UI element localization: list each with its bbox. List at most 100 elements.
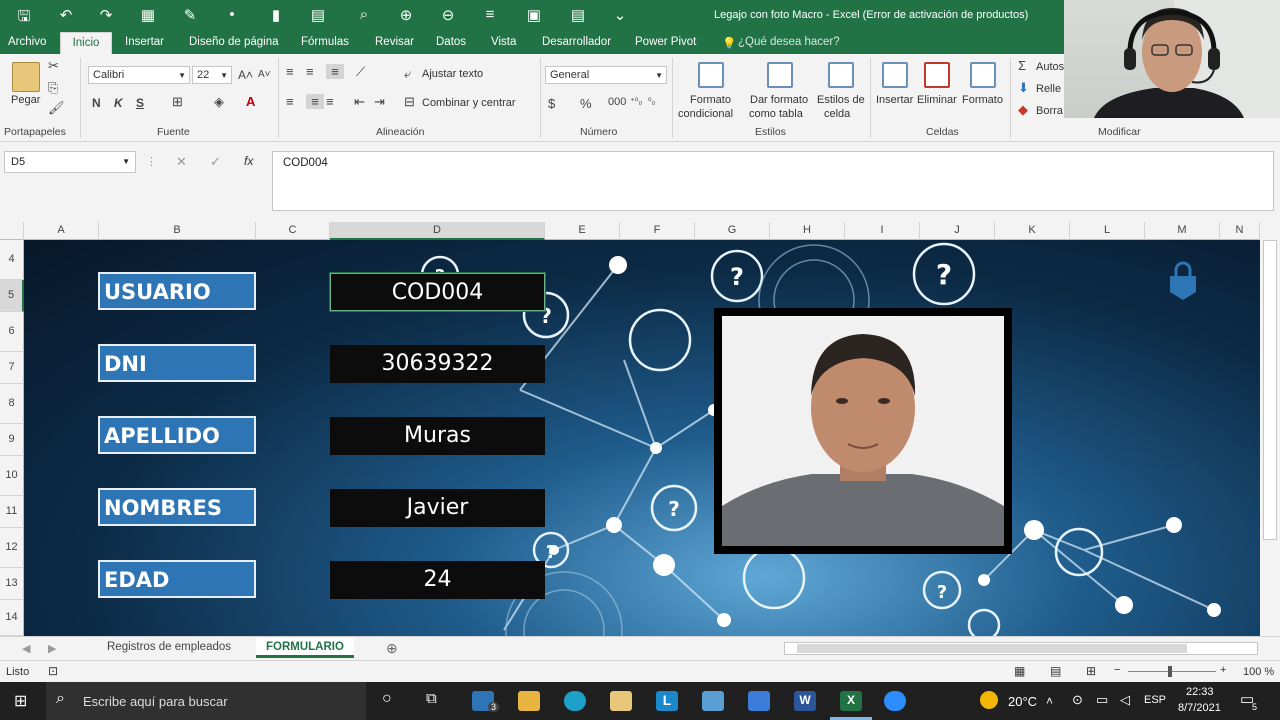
zoom-in-button[interactable]: + [1220,664,1226,676]
language-indicator[interactable]: ESP [1144,694,1166,706]
screen-capture-icon[interactable] [748,691,770,711]
grid-icon[interactable]: ▤ [568,6,588,24]
enter-icon[interactable]: ✓ [210,154,221,170]
cell-usuario-value[interactable]: COD004 [329,272,546,312]
menu-inicio[interactable]: Inicio [60,32,112,56]
delete-cells-button[interactable]: Eliminar [917,94,957,106]
column-header[interactable]: L [1070,222,1145,240]
fill-icon[interactable]: ⬇ [1018,80,1029,96]
column-header[interactable]: B [99,222,256,240]
conditional-format-icon[interactable] [698,62,724,88]
italic-button[interactable]: K [114,96,123,110]
column-header[interactable]: J [920,222,995,240]
tab-registros[interactable]: Registros de empleados [97,638,241,658]
format-painter-icon[interactable]: 🖌 [48,100,65,116]
format-as-table-icon[interactable] [767,62,793,88]
taskbar-search[interactable]: ⌕ Escribe aquí para buscar [46,682,366,720]
table-icon[interactable]: ▤ [308,6,328,24]
cell-nombres-value[interactable]: Javier [330,489,545,527]
insert-function-button[interactable]: fx [244,154,253,168]
next-sheet-icon[interactable]: ▶ [48,642,56,655]
column-header[interactable]: K [995,222,1070,240]
zoom-slider-thumb[interactable] [1168,666,1172,677]
zoom-out-icon[interactable]: ⊖ [438,6,458,24]
clear-button[interactable]: Borra [1036,105,1063,117]
cell-styles-icon[interactable] [828,62,854,88]
word-icon[interactable]: W [794,691,816,711]
row-header[interactable]: 11 [0,496,24,528]
column-header[interactable]: H [770,222,845,240]
column-header[interactable]: M [1145,222,1220,240]
vertical-scrollbar[interactable] [1260,222,1280,636]
cell-dni-value[interactable]: 30639322 [330,345,545,383]
column-header[interactable]: E [545,222,620,240]
scroll-thumb[interactable] [1263,240,1277,540]
cancel-icon[interactable]: ✕ [176,154,187,170]
chart-icon[interactable]: ▮ [266,6,286,24]
clock-date[interactable]: 8/7/2021 [1178,702,1221,714]
menu-archivo[interactable]: Archivo [8,36,46,48]
row-header[interactable]: 4 [0,240,24,280]
fill-color-icon[interactable]: ◈ [214,94,224,110]
redo-icon[interactable]: ↷ [96,6,116,24]
undo-icon[interactable]: ↶ [56,6,76,24]
zoom-app-icon[interactable] [884,691,906,711]
fill-button[interactable]: Relle [1036,83,1061,95]
bold-button[interactable]: N [92,96,101,110]
grow-font-icon[interactable]: A˄ [238,68,253,82]
search-icon[interactable]: ⌕ [354,6,374,23]
volume-icon[interactable]: ◁ [1120,692,1130,708]
employee-photo-frame[interactable] [714,308,1012,554]
excel-icon[interactable]: X [840,691,862,711]
autosum-button[interactable]: Autos [1036,61,1064,73]
row-header[interactable]: 6 [0,312,24,352]
borders-icon[interactable]: ⊞ [172,94,183,110]
decrease-decimal-icon[interactable]: ⁰₀ [648,96,655,107]
clear-icon[interactable]: ◆ [1018,102,1028,118]
align-middle-icon[interactable]: ≡ [306,64,314,79]
column-header[interactable]: D [330,222,545,240]
insert-cells-icon[interactable] [882,62,908,88]
task-view-icon[interactable]: ⧉ [426,690,437,707]
tab-formulario[interactable]: FORMULARIO [256,638,354,658]
cortana-icon[interactable]: ○ [382,690,392,708]
store-icon[interactable] [518,691,540,711]
tray-chevron-icon[interactable]: ˄ [1046,694,1053,708]
align-top-icon[interactable]: ≡ [286,64,294,79]
merge-center-button[interactable]: Combinar y centrar [422,97,516,109]
row-header[interactable]: 13 [0,568,24,600]
column-header[interactable]: C [256,222,330,240]
cut-icon[interactable]: ✂ [48,58,59,74]
menu-revisar[interactable]: Revisar [375,36,414,48]
currency-icon[interactable]: $ [548,96,555,111]
decrease-indent-icon[interactable]: ⇤ [354,94,365,110]
format-cells-button[interactable]: Formato [962,94,1003,106]
number-format-select[interactable]: General ▼ [545,66,667,84]
column-header[interactable]: G [695,222,770,240]
format-cells-icon[interactable] [970,62,996,88]
percent-icon[interactable]: % [580,96,592,111]
orientation-icon[interactable]: ⟋ [356,64,365,80]
row-header[interactable]: 8 [0,384,24,424]
zoom-slider[interactable] [1128,671,1216,672]
menu-diseno[interactable]: Diseño de página [189,36,279,48]
row-header[interactable]: 5 [0,280,24,312]
row-header[interactable]: 9 [0,424,24,456]
comma-style-icon[interactable]: 000 [608,96,626,108]
align-bottom-icon[interactable]: ≡ [326,64,344,79]
file-explorer-icon[interactable] [610,691,632,711]
remote-desktop-icon[interactable] [702,691,724,711]
merge-icon[interactable]: ⊟ [404,94,415,110]
menu-insertar[interactable]: Insertar [125,36,164,48]
temperature[interactable]: 20°C [1008,694,1037,709]
cell-styles-button[interactable]: Estilos de [817,94,865,106]
camera-icon[interactable]: ▣ [524,6,544,24]
wrap-text-button[interactable]: Ajustar texto [422,68,483,80]
increase-decimal-icon[interactable]: ⁺⁰₀ [630,96,642,107]
row-header[interactable]: 14 [0,600,24,636]
shrink-font-icon[interactable]: A˅ [258,69,271,80]
tray-icon-1[interactable]: ⊙ [1072,692,1083,708]
select-all-corner[interactable] [0,222,24,240]
zoom-in-icon[interactable]: ⊕ [396,6,416,24]
menu-datos[interactable]: Datos [436,36,466,48]
